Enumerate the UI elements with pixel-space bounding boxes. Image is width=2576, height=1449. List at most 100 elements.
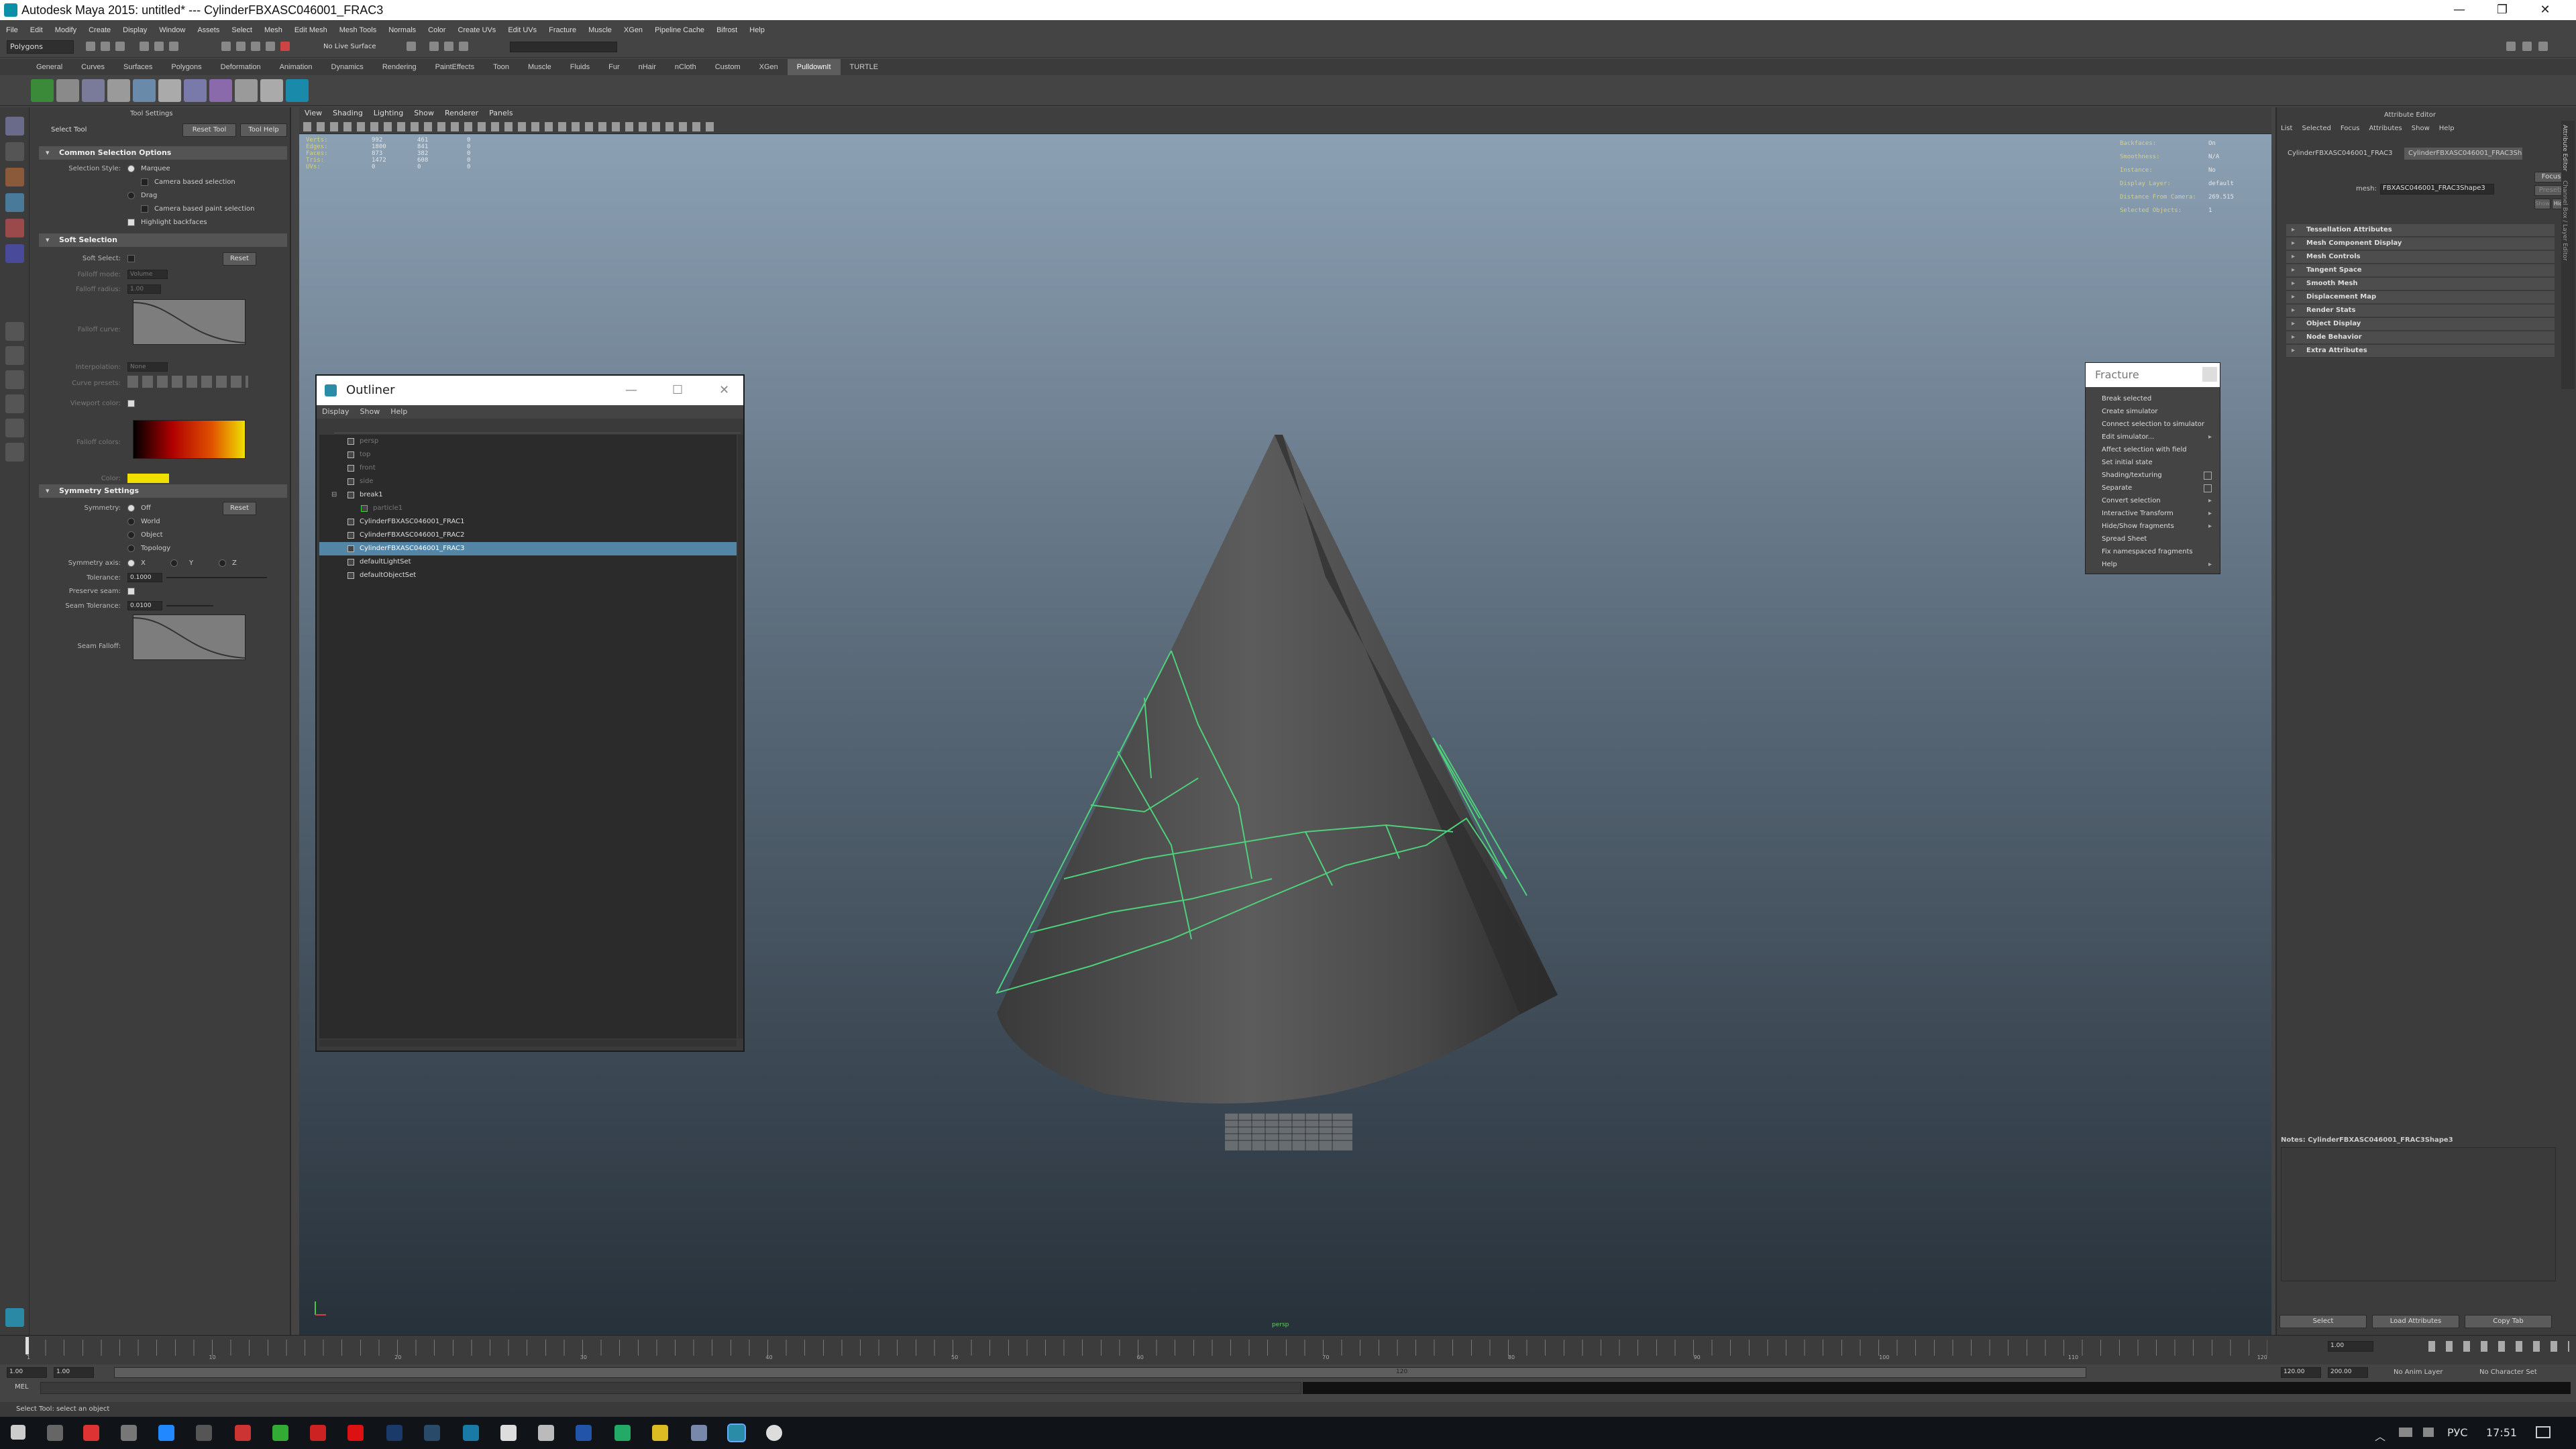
menu-edit[interactable]: Edit bbox=[24, 23, 49, 38]
soft-reset-button[interactable]: Reset bbox=[223, 252, 256, 266]
menu-fracture[interactable]: Fracture bbox=[543, 23, 582, 38]
outliner-vertical-scrollbar[interactable] bbox=[738, 435, 743, 1038]
outliner-menu-display[interactable]: Display bbox=[317, 405, 355, 419]
taskbar-clock[interactable]: 17:51 bbox=[2486, 1426, 2517, 1439]
sheets-icon[interactable] bbox=[614, 1425, 631, 1441]
symmetry-topology-radio[interactable] bbox=[127, 545, 135, 552]
fracture-item-separate[interactable]: Separate bbox=[2086, 482, 2220, 494]
anim-start-field[interactable]: 1.00 bbox=[7, 1367, 47, 1378]
camera-paint-checkbox[interactable] bbox=[141, 205, 148, 213]
character-set-dropdown[interactable]: No Character Set bbox=[2479, 1368, 2537, 1376]
close-button[interactable]: ✕ bbox=[2525, 1, 2565, 19]
tolerance-slider[interactable] bbox=[166, 577, 267, 578]
highlight-backfaces-checkbox[interactable] bbox=[127, 219, 135, 226]
ae-section-mesh-controls[interactable]: Mesh Controls bbox=[2286, 251, 2555, 263]
axis-y-radio[interactable] bbox=[170, 559, 178, 567]
photoshop-icon[interactable] bbox=[386, 1425, 402, 1441]
fracture-item-shading-texturing[interactable]: Shading/texturing bbox=[2086, 469, 2220, 482]
seam-tolerance-slider[interactable] bbox=[166, 605, 213, 606]
outliner-row-top[interactable]: top bbox=[319, 448, 737, 462]
menu-mesh[interactable]: Mesh bbox=[258, 23, 288, 38]
seam-tolerance-field[interactable]: 0.0100 bbox=[127, 601, 162, 610]
outliner-minimize-icon[interactable]: — bbox=[625, 376, 637, 405]
outliner-row-frac1[interactable]: CylinderFBXASC046001_FRAC1 bbox=[319, 515, 737, 529]
outliner-menu-show[interactable]: Show bbox=[355, 405, 386, 419]
menu-bifrost[interactable]: Bifrost bbox=[710, 23, 743, 38]
shelf-tab-xgen[interactable]: XGen bbox=[750, 59, 788, 75]
word-icon[interactable] bbox=[576, 1425, 592, 1441]
render-frame-icon[interactable] bbox=[429, 42, 439, 51]
menu-display[interactable]: Display bbox=[117, 23, 153, 38]
outliner-menu-help[interactable]: Help bbox=[385, 405, 413, 419]
fracture-item-create-simulator[interactable]: Create simulator bbox=[2086, 405, 2220, 418]
show-channel-box-icon[interactable] bbox=[2538, 42, 2548, 51]
ae-section-displacement-map[interactable]: Displacement Map bbox=[2286, 291, 2555, 303]
ae-section-tangent-space[interactable]: Tangent Space bbox=[2286, 264, 2555, 276]
interpolation-dropdown[interactable]: None bbox=[127, 362, 168, 372]
minimize-button[interactable]: — bbox=[2439, 1, 2479, 19]
outliner-row-frac3[interactable]: CylinderFBXASC046001_FRAC3 bbox=[319, 542, 737, 555]
side-by-side-layout-icon[interactable] bbox=[5, 370, 24, 389]
range-start-field[interactable]: 1.00 bbox=[54, 1367, 94, 1378]
ae-menu-selected[interactable]: Selected bbox=[2302, 125, 2330, 132]
current-time-marker[interactable] bbox=[25, 1337, 29, 1354]
current-frame-field[interactable]: 1.00 bbox=[2328, 1341, 2373, 1352]
app-icon-white[interactable] bbox=[500, 1425, 517, 1441]
ae-load-attributes-button[interactable]: Load Attributes bbox=[2372, 1315, 2459, 1328]
fracture-item-edit-simulator[interactable]: Edit simulator... bbox=[2086, 431, 2220, 443]
persp-outliner-layout-icon[interactable] bbox=[5, 419, 24, 437]
tray-network-icon[interactable] bbox=[2399, 1428, 2412, 1437]
app-icon-teal[interactable] bbox=[463, 1425, 479, 1441]
outliner-maximize-icon[interactable]: ☐ bbox=[672, 376, 683, 405]
symmetry-off-radio[interactable] bbox=[127, 504, 135, 512]
app-icon-round[interactable] bbox=[766, 1425, 782, 1441]
shelf-tab-dynamics[interactable]: Dynamics bbox=[322, 59, 373, 75]
menu-create[interactable]: Create bbox=[83, 23, 117, 38]
save-scene-icon[interactable] bbox=[115, 42, 125, 51]
menu-file[interactable]: File bbox=[0, 23, 24, 38]
menu-assets[interactable]: Assets bbox=[191, 23, 225, 38]
soft-select-checkbox[interactable] bbox=[127, 255, 135, 262]
shelf-tab-muscle[interactable]: Muscle bbox=[519, 59, 561, 75]
notification-center-icon[interactable] bbox=[2536, 1426, 2551, 1438]
snap-curve-icon[interactable] bbox=[236, 42, 246, 51]
shelf-tab-polygons[interactable]: Polygons bbox=[162, 59, 211, 75]
shelf-tab-surfaces[interactable]: Surfaces bbox=[114, 59, 162, 75]
fracture-item-set-initial-state[interactable]: Set initial state bbox=[2086, 456, 2220, 469]
ae-section-object-display[interactable]: Object Display bbox=[2286, 318, 2555, 330]
pdi-cracks-icon[interactable] bbox=[82, 79, 105, 102]
time-slider[interactable]: 1 10 20 30 40 50 60 70 80 90 100 110 120 1.00 bbox=[0, 1335, 2576, 1364]
outliner-row-persp[interactable]: persp bbox=[319, 435, 737, 448]
falloff-mode-dropdown[interactable]: Volume bbox=[127, 270, 168, 279]
shelf-tab-animation[interactable]: Animation bbox=[270, 59, 322, 75]
menu-create-uvs[interactable]: Create UVs bbox=[451, 23, 502, 38]
render-settings-icon[interactable] bbox=[459, 42, 468, 51]
symmetry-settings-header[interactable]: Symmetry Settings bbox=[39, 484, 287, 498]
falloff-color-ramp[interactable] bbox=[133, 420, 246, 459]
falloff-radius-field[interactable]: 1.00 bbox=[127, 284, 161, 294]
outliner-row-particle1[interactable]: particle1 bbox=[319, 502, 737, 515]
menu-xgen[interactable]: XGen bbox=[618, 23, 649, 38]
ae-notes-textarea[interactable] bbox=[2281, 1147, 2556, 1281]
curve-presets-buttons[interactable] bbox=[127, 376, 248, 388]
shelf-tab-curves[interactable]: Curves bbox=[72, 59, 114, 75]
fracture-item-help[interactable]: Help bbox=[2086, 558, 2220, 571]
menu-pipeline-cache[interactable]: Pipeline Cache bbox=[649, 23, 710, 38]
camera-based-checkbox[interactable] bbox=[141, 178, 148, 186]
fracture-item-hide-show-fragments[interactable]: Hide/Show fragments bbox=[2086, 520, 2220, 533]
tray-volume-icon[interactable] bbox=[2423, 1428, 2434, 1437]
ae-menu-list[interactable]: List bbox=[2281, 125, 2292, 132]
pdi-solver-icon[interactable] bbox=[56, 79, 79, 102]
drag-radio[interactable] bbox=[127, 192, 135, 199]
pdi-settings-icon[interactable] bbox=[158, 79, 181, 102]
windows-start-icon[interactable] bbox=[11, 1425, 25, 1440]
menu-set-dropdown[interactable]: Polygons bbox=[7, 40, 74, 54]
outliner-filter-field[interactable] bbox=[334, 420, 741, 433]
four-pane-layout-icon[interactable] bbox=[5, 346, 24, 365]
language-indicator[interactable]: РУС bbox=[2447, 1426, 2468, 1439]
snap-point-icon[interactable] bbox=[251, 42, 260, 51]
ae-tab-shape[interactable]: CylinderFBXASC046001_FRAC3Sha bbox=[2404, 148, 2522, 160]
shelf-tab-turtle[interactable]: TURTLE bbox=[841, 59, 888, 75]
ae-menu-attributes[interactable]: Attributes bbox=[2369, 125, 2402, 132]
app-icon-red[interactable] bbox=[235, 1425, 251, 1441]
